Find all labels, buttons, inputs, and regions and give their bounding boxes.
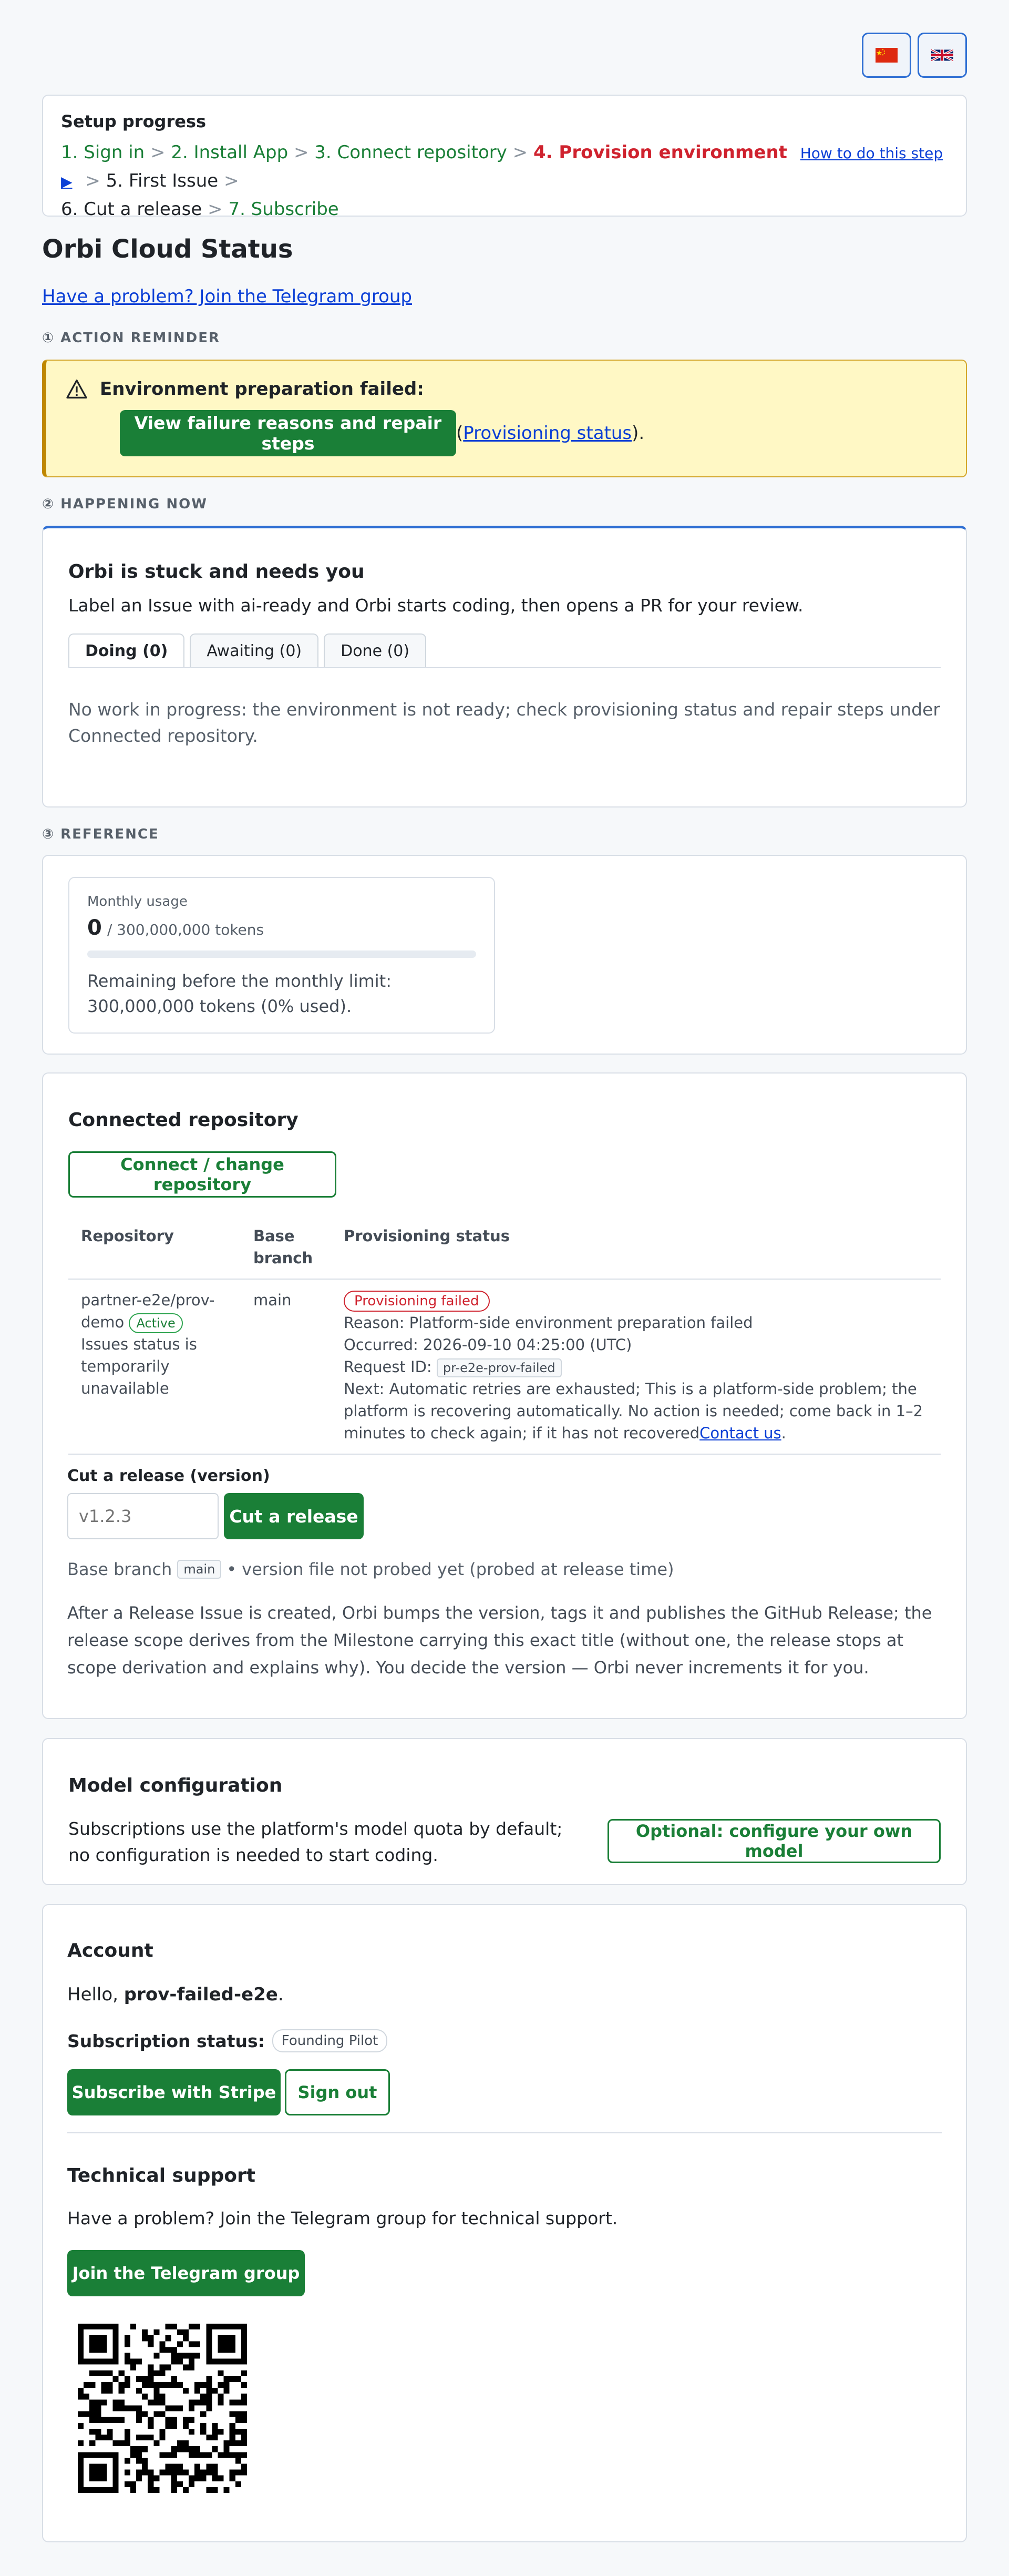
now-title: Orbi is stuck and needs you bbox=[68, 561, 365, 582]
section-label-action: ① ACTION REMINDER bbox=[42, 330, 221, 346]
monthly-usage-box: Monthly usage 0 / 300,000,000 tokens Rema… bbox=[68, 877, 495, 1034]
step-provision-environment: 4. Provision environment bbox=[533, 142, 787, 163]
support-title: Technical support bbox=[67, 2165, 255, 2186]
base-branch-prefix: Base branch bbox=[67, 1559, 172, 1579]
provisioning-status-link[interactable]: Provisioning status bbox=[463, 423, 632, 444]
step-separator: > bbox=[224, 170, 239, 191]
request-id: pr-e2e-prov-failed bbox=[436, 1358, 562, 1377]
alert-paren-open: ( bbox=[456, 423, 464, 444]
model-configuration-card: Model configuration Subscriptions use th… bbox=[42, 1738, 967, 1885]
step-first-issue: 5. First Issue bbox=[106, 170, 219, 191]
repo-title: Connected repository bbox=[68, 1109, 298, 1131]
empty-work-message: No work in progress: the environment is … bbox=[68, 699, 940, 746]
greeting: Hello, prov-failed-e2e. bbox=[67, 1984, 284, 2005]
tab-done[interactable]: Done (0) bbox=[324, 633, 427, 667]
language-en-button[interactable] bbox=[918, 33, 967, 78]
model-description: Subscriptions use the platform's model q… bbox=[68, 1818, 563, 1865]
work-tabs: Doing (0) Awaiting (0) Done (0) bbox=[68, 633, 941, 668]
setup-steps: 1. Sign in > 2. Install App > 3. Connect… bbox=[61, 139, 948, 223]
failure-reason: Reason: Platform-side environment prepar… bbox=[344, 1314, 753, 1332]
step-separator: > bbox=[293, 142, 309, 163]
repository-table: Repository Base branch Provisioning stat… bbox=[68, 1215, 941, 1455]
greeting-suffix: . bbox=[277, 1984, 284, 2005]
contact-us-link[interactable]: Contact us bbox=[699, 1424, 781, 1442]
sign-out-button[interactable]: Sign out bbox=[285, 2069, 390, 2115]
table-row: partner-e2e/prov-demo Active Issues stat… bbox=[68, 1279, 941, 1455]
uk-flag-icon bbox=[931, 48, 953, 62]
language-zh-button[interactable] bbox=[862, 33, 911, 78]
step-connect-repository[interactable]: 3. Connect repository bbox=[314, 142, 507, 163]
reference-card: Monthly usage 0 / 300,000,000 tokens Rema… bbox=[42, 855, 967, 1055]
active-badge: Active bbox=[129, 1313, 183, 1333]
issues-status-note: Issues status is temporarily unavailable bbox=[81, 1335, 197, 1397]
bullet-separator: • bbox=[226, 1559, 237, 1579]
greeting-prefix: Hello, bbox=[67, 1984, 124, 2005]
version-probe-note: version file not probed yet (probed at r… bbox=[242, 1559, 674, 1579]
view-failure-reasons-button[interactable]: View failure reasons and repair steps bbox=[120, 410, 456, 456]
section-label-reference: ③ REFERENCE bbox=[42, 826, 159, 842]
next-steps-text: Next: Automatic retries are exhausted; T… bbox=[344, 1380, 923, 1442]
qr-code-icon bbox=[78, 2324, 247, 2493]
request-id-label: Request ID: bbox=[344, 1358, 432, 1376]
usage-used: 0 bbox=[87, 916, 102, 940]
configure-model-button[interactable]: Optional: configure your own model bbox=[608, 1819, 941, 1863]
release-explanation: After a Release Issue is created, Orbi b… bbox=[67, 1603, 932, 1678]
language-switch bbox=[862, 33, 967, 78]
col-repository: Repository bbox=[68, 1215, 241, 1280]
usage-label: Monthly usage bbox=[87, 894, 188, 909]
setup-progress-card: Setup progress 1. Sign in > 2. Install A… bbox=[42, 95, 967, 220]
happening-now-card: Orbi is stuck and needs you Label an Iss… bbox=[42, 526, 967, 807]
tab-doing[interactable]: Doing (0) bbox=[68, 633, 185, 667]
usage-limit: / 300,000,000 tokens bbox=[107, 921, 264, 938]
section-label-now: ② HAPPENING NOW bbox=[42, 496, 208, 512]
setup-progress-title: Setup progress bbox=[61, 111, 207, 131]
step-cut-release: 6. Cut a release bbox=[61, 199, 202, 220]
repo-branch: main bbox=[241, 1279, 331, 1455]
connect-repository-button[interactable]: Connect / change repository bbox=[68, 1151, 336, 1198]
usage-remaining: Remaining before the monthly limit: 300,… bbox=[87, 971, 392, 1016]
alert-title: Environment preparation failed: bbox=[100, 379, 424, 400]
divider bbox=[67, 2132, 942, 2133]
join-telegram-button[interactable]: Join the Telegram group bbox=[67, 2250, 305, 2296]
model-title: Model configuration bbox=[68, 1775, 283, 1796]
provisioning-failed-badge: Provisioning failed bbox=[344, 1291, 490, 1312]
alert-paren-close: ). bbox=[632, 423, 645, 444]
step-separator: > bbox=[512, 142, 528, 163]
page: Setup progress 1. Sign in > 2. Install A… bbox=[0, 0, 1009, 2576]
step-sign-in[interactable]: 1. Sign in bbox=[61, 142, 145, 163]
tab-awaiting[interactable]: Awaiting (0) bbox=[190, 633, 319, 667]
base-branch-chip: main bbox=[177, 1560, 222, 1579]
failure-occurred: Occurred: 2026-09-10 04:25:00 (UTC) bbox=[344, 1336, 632, 1354]
cut-release-button[interactable]: Cut a release bbox=[224, 1493, 364, 1539]
account-title: Account bbox=[67, 1940, 153, 1961]
step-separator: > bbox=[208, 199, 223, 220]
warning-icon bbox=[66, 380, 87, 398]
step-install-app[interactable]: 2. Install App bbox=[171, 142, 288, 163]
subscription-badge: Founding Pilot bbox=[272, 2029, 388, 2052]
china-flag-icon bbox=[876, 48, 898, 63]
telegram-help-link[interactable]: Have a problem? Join the Telegram group bbox=[42, 286, 412, 307]
subscription-label: Subscription status: bbox=[67, 2030, 265, 2051]
col-provisioning-status: Provisioning status bbox=[331, 1215, 941, 1280]
next-steps-tail: . bbox=[781, 1424, 786, 1442]
col-base-branch: Base branch bbox=[241, 1215, 331, 1280]
next-steps: Next: Automatic retries are exhausted; T… bbox=[344, 1378, 928, 1444]
username: prov-failed-e2e bbox=[123, 1984, 278, 2005]
subscribe-stripe-button[interactable]: Subscribe with Stripe bbox=[67, 2069, 281, 2115]
step-subscribe[interactable]: 7. Subscribe bbox=[228, 199, 338, 220]
page-title: Orbi Cloud Status bbox=[42, 234, 293, 264]
alert-environment-failed: Environment preparation failed: View fai… bbox=[42, 360, 967, 477]
usage-progress-bar bbox=[87, 950, 476, 958]
release-version-input[interactable] bbox=[67, 1493, 219, 1539]
step-separator: > bbox=[85, 170, 100, 191]
usage-count: 0 / 300,000,000 tokens bbox=[87, 916, 476, 940]
now-description: Label an Issue with ai-ready and Orbi st… bbox=[68, 595, 804, 616]
support-description: Have a problem? Join the Telegram group … bbox=[67, 2208, 618, 2229]
request-id-line: Request ID: pr-e2e-prov-failed bbox=[344, 1356, 928, 1378]
release-label: Cut a release (version) bbox=[67, 1467, 270, 1485]
step-separator: > bbox=[150, 142, 166, 163]
subscription-status: Subscription status: Founding Pilot bbox=[67, 2029, 388, 2052]
base-branch-line: Base branch main • version file not prob… bbox=[67, 1559, 674, 1579]
